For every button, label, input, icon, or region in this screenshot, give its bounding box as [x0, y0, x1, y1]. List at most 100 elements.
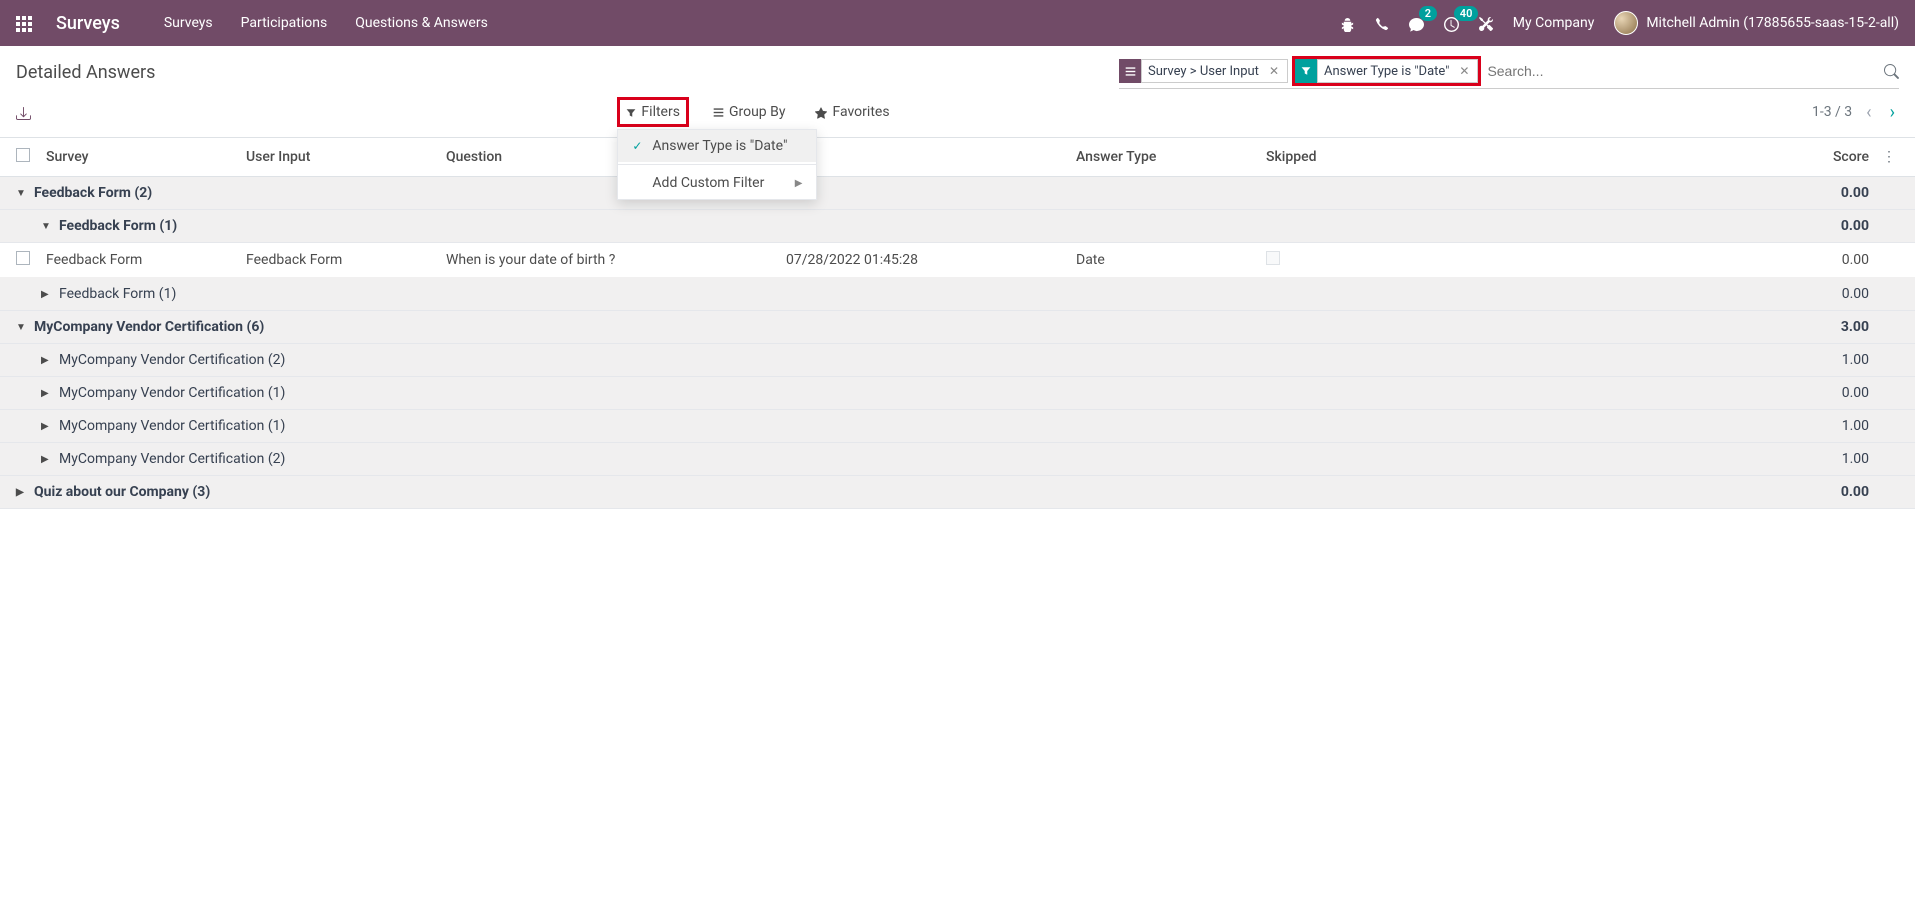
favorites-button[interactable]: Favorites [809, 100, 895, 124]
bug-icon[interactable] [1340, 14, 1355, 32]
cell-score: 0.00 [1516, 252, 1879, 268]
pager-prev[interactable]: ‹ [1862, 102, 1875, 123]
caret-icon: ▶ [41, 289, 51, 300]
chat-icon[interactable]: 2 [1409, 14, 1424, 32]
table-row[interactable]: Feedback FormFeedback FormWhen is your d… [0, 243, 1915, 278]
chevron-right-icon: ▶ [795, 178, 803, 189]
pager-range[interactable]: 1-3 / 3 [1812, 104, 1852, 120]
caret-icon: ▼ [16, 188, 26, 199]
facet-groupby-close[interactable]: ✕ [1265, 64, 1283, 78]
col-options[interactable]: ⋮ [1879, 149, 1899, 165]
group-row[interactable]: ▶MyCompany Vendor Certification (2)1.00 [0, 344, 1915, 377]
col-created[interactable]: C [786, 149, 1076, 165]
group-row[interactable]: ▶ Quiz about our Company (3) 0.00 [0, 476, 1915, 509]
page-title: Detailed Answers [16, 62, 155, 83]
group-score: 1.00 [1839, 418, 1899, 434]
group-label-text: MyCompany Vendor Certification (1) [59, 385, 285, 401]
group-score: 0.00 [1839, 218, 1899, 234]
group-row[interactable]: ▼ Feedback Form (1) 0.00 [0, 210, 1915, 243]
apps-icon[interactable] [16, 14, 32, 33]
filter-icon [1295, 59, 1317, 83]
col-skipped[interactable]: Skipped [1266, 149, 1516, 165]
app-title[interactable]: Surveys [56, 13, 120, 34]
facet-filter[interactable]: Answer Type is "Date" ✕ [1295, 59, 1478, 83]
group-label-text: MyCompany Vendor Certification (6) [34, 319, 264, 335]
group-label-text: Feedback Form (1) [59, 218, 177, 234]
export-button[interactable] [16, 103, 31, 122]
top-navbar: Surveys Surveys Participations Questions… [0, 0, 1915, 46]
list-icon [713, 106, 724, 119]
col-survey[interactable]: Survey [46, 149, 246, 165]
clock-badge: 40 [1454, 6, 1479, 21]
col-user-input[interactable]: User Input [246, 149, 446, 165]
nav-link-surveys[interactable]: Surveys [164, 15, 213, 31]
phone-icon[interactable] [1375, 14, 1389, 32]
skipped-checkbox[interactable] [1266, 251, 1280, 265]
facet-groupby[interactable]: Survey > User Input ✕ [1119, 59, 1288, 83]
caret-icon: ▶ [41, 454, 51, 465]
control-panel: Detailed Answers Survey > User Input ✕ A [0, 46, 1915, 138]
groupby-button[interactable]: Group By [707, 100, 792, 124]
caret-icon: ▼ [16, 322, 26, 333]
cell-user-input: Feedback Form [246, 252, 446, 268]
filters-button[interactable]: Filters [617, 97, 689, 127]
navbar-left: Surveys Surveys Participations Questions… [16, 13, 488, 34]
filters-dropdown: ✓ Answer Type is "Date" Add Custom Filte… [617, 129, 817, 200]
group-label-text: Quiz about our Company (3) [34, 484, 210, 500]
group-row[interactable]: ▶MyCompany Vendor Certification (1)1.00 [0, 410, 1915, 443]
pager: 1-3 / 3 ‹ › [1812, 102, 1899, 123]
group-row[interactable]: ▶MyCompany Vendor Certification (1)0.00 [0, 377, 1915, 410]
group-score: 1.00 [1839, 352, 1899, 368]
list-view: Survey User Input Question C Answer Type… [0, 138, 1915, 509]
facet-filter-close[interactable]: ✕ [1455, 64, 1473, 78]
group-score: 3.00 [1839, 319, 1899, 335]
dropdown-separator [618, 164, 816, 165]
search-bar: Survey > User Input ✕ Answer Type is "Da… [1119, 56, 1899, 89]
group-score: 0.00 [1839, 484, 1899, 500]
group-row[interactable]: ▼ MyCompany Vendor Certification (6) 3.00 [0, 311, 1915, 344]
nav-link-participations[interactable]: Participations [241, 15, 328, 31]
cell-answer-type: Date [1076, 252, 1266, 268]
star-icon [815, 105, 827, 118]
nav-link-qna[interactable]: Questions & Answers [355, 15, 488, 31]
group-row[interactable]: ▼ Feedback Form (2) 0.00 [0, 177, 1915, 210]
group-score: 0.00 [1839, 185, 1899, 201]
group-score: 0.00 [1839, 385, 1899, 401]
facet-filter-label: Answer Type is "Date" [1324, 64, 1449, 79]
company-name[interactable]: My Company [1513, 15, 1595, 31]
caret-icon: ▼ [41, 221, 51, 232]
clock-icon[interactable]: 40 [1444, 14, 1459, 32]
cell-created: 07/28/2022 01:45:28 [786, 252, 1076, 268]
group-label-text: Feedback Form (1) [59, 286, 176, 302]
user-name: Mitchell Admin (17885655-saas-15-2-all) [1646, 15, 1899, 31]
pager-next[interactable]: › [1886, 102, 1899, 123]
row-checkbox[interactable] [16, 251, 30, 265]
dropdown-item-custom[interactable]: Add Custom Filter ▶ [618, 167, 816, 199]
group-label-text: MyCompany Vendor Certification (2) [59, 352, 285, 368]
col-answer-type[interactable]: Answer Type [1076, 149, 1266, 165]
group-row[interactable]: ▶ Feedback Form (1) 0.00 [0, 278, 1915, 311]
group-label-text: MyCompany Vendor Certification (1) [59, 418, 285, 434]
caret-icon: ▶ [16, 487, 26, 498]
facet-groupby-label: Survey > User Input [1148, 64, 1259, 79]
group-label-text: Feedback Form (2) [34, 185, 152, 201]
wrench-icon[interactable] [1479, 14, 1493, 32]
navbar-right: 2 40 My Company Mitchell Admin (17885655… [1340, 11, 1899, 35]
groupby-icon [1119, 59, 1141, 83]
nav-links: Surveys Participations Questions & Answe… [164, 15, 488, 31]
search-icon[interactable] [1884, 63, 1899, 79]
cell-survey: Feedback Form [46, 252, 246, 268]
table-header: Survey User Input Question C Answer Type… [0, 138, 1915, 177]
dropdown-item-date[interactable]: ✓ Answer Type is "Date" [618, 130, 816, 162]
user-menu[interactable]: Mitchell Admin (17885655-saas-15-2-all) [1614, 11, 1899, 35]
select-all-checkbox[interactable] [16, 148, 30, 162]
cell-skipped [1266, 251, 1516, 269]
highlight-filter-facet: Answer Type is "Date" ✕ [1292, 56, 1481, 86]
col-score[interactable]: Score [1516, 149, 1879, 165]
search-input[interactable] [1481, 61, 1884, 81]
cell-question: When is your date of birth ? [446, 252, 786, 268]
funnel-icon [626, 106, 636, 119]
group-score: 0.00 [1839, 286, 1899, 302]
avatar [1614, 11, 1638, 35]
group-row[interactable]: ▶MyCompany Vendor Certification (2)1.00 [0, 443, 1915, 476]
